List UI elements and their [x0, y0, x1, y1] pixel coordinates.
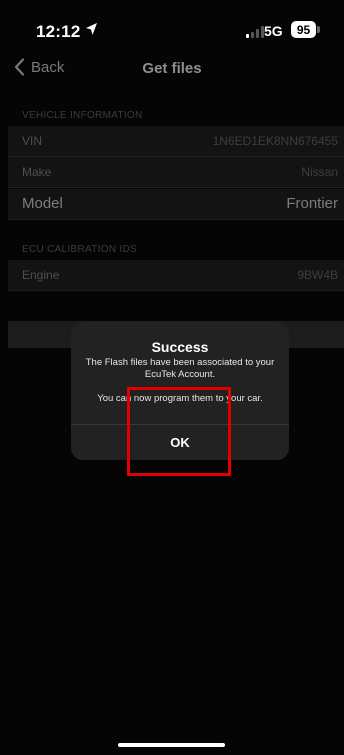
section-header-ecu: ECU CALIBRATION IDS — [22, 244, 137, 255]
vin-value: 1N6ED1EK8NN676455 — [212, 134, 338, 148]
status-bar: 12:12 5G 95 — [0, 0, 344, 52]
engine-value: 9BW4B — [297, 268, 338, 282]
navigation-bar: Back Get files — [0, 52, 344, 96]
status-time: 12:12 — [36, 22, 81, 41]
model-value: Frontier — [286, 195, 338, 212]
screen: 12:12 5G 95 Back Get files VEHICLE INFOR… — [0, 0, 344, 755]
alert-message: The Flash files have been associated to … — [81, 357, 279, 405]
page-title: Get files — [142, 60, 202, 77]
home-indicator[interactable] — [118, 743, 225, 747]
success-alert: Success The Flash files have been associ… — [71, 322, 289, 460]
battery-icon: 95 — [291, 21, 320, 38]
battery-level: 95 — [291, 21, 316, 38]
ok-button[interactable]: OK — [71, 425, 289, 460]
make-row: Make Nissan — [8, 157, 344, 188]
signal-strength-icon — [246, 24, 264, 38]
engine-label: Engine — [22, 268, 60, 282]
alert-message-line1: The Flash files have been associated to … — [85, 357, 275, 380]
vin-label: VIN — [22, 134, 43, 148]
alert-message-line2: You can now program them to your car. — [97, 393, 263, 404]
location-arrow-icon — [85, 22, 98, 41]
engine-row: Engine 9BW4B — [8, 260, 344, 291]
make-value: Nissan — [301, 165, 338, 179]
vin-row: VIN 1N6ED1EK8NN676455 — [8, 126, 344, 157]
network-type: 5G — [264, 23, 283, 39]
section-header-vehicle: VEHICLE INFORMATION — [22, 110, 143, 121]
model-label: Model — [22, 195, 63, 212]
make-label: Make — [22, 165, 52, 179]
model-row: Model Frontier — [8, 189, 344, 220]
alert-title: Success — [151, 339, 209, 355]
